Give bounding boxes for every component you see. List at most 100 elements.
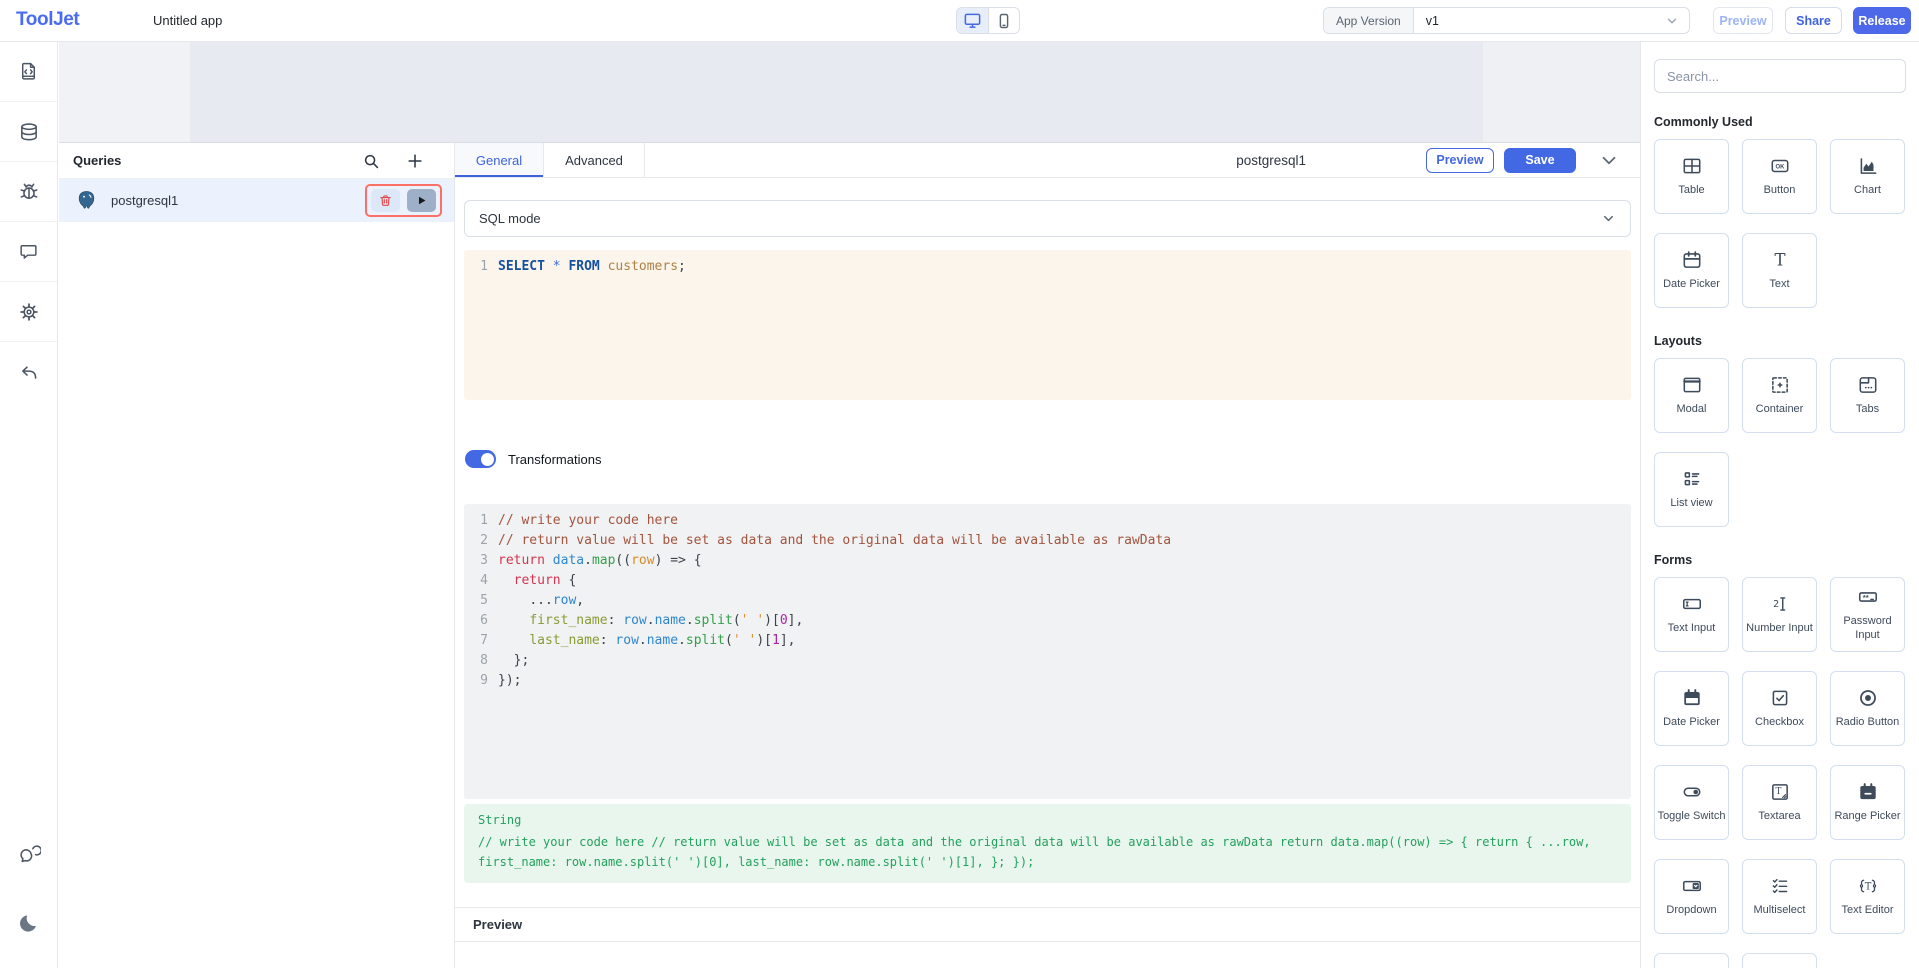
canvas-left-margin bbox=[59, 42, 190, 142]
section-title-layouts: Layouts bbox=[1654, 334, 1906, 348]
button-icon: OK bbox=[1769, 155, 1791, 177]
password-input-icon: ** bbox=[1857, 586, 1879, 608]
app-canvas[interactable] bbox=[59, 42, 1640, 142]
share-button[interactable]: Share bbox=[1785, 7, 1842, 34]
widget-card-radiobutton[interactable]: Radio Button bbox=[1830, 671, 1905, 746]
widget-card-chart[interactable]: Chart bbox=[1830, 139, 1905, 214]
widget-card-star-rating[interactable] bbox=[1654, 953, 1729, 968]
section-title-forms: Forms bbox=[1654, 553, 1906, 567]
widget-search-input[interactable] bbox=[1667, 69, 1893, 84]
sidebar-item-comments[interactable] bbox=[0, 222, 57, 282]
chart-icon bbox=[1857, 155, 1879, 177]
widget-card-multiselect[interactable]: Multiselect bbox=[1742, 859, 1817, 934]
transformations-label: Transformations bbox=[508, 452, 601, 467]
sidebar-item-inspector[interactable] bbox=[0, 42, 57, 102]
comment-icon bbox=[18, 241, 39, 262]
mobile-view-button[interactable] bbox=[988, 8, 1019, 33]
canvas-area bbox=[190, 42, 1483, 142]
radio-button-icon bbox=[1857, 687, 1879, 709]
sidebar-item-settings[interactable] bbox=[0, 282, 57, 342]
widget-card-toggleswitch[interactable]: Toggle Switch bbox=[1654, 765, 1729, 840]
moon-icon bbox=[17, 911, 41, 935]
sidebar-item-database[interactable] bbox=[0, 102, 57, 162]
table-icon bbox=[1681, 155, 1703, 177]
editor-tab-bar: General Advanced postgresql1 Preview Sav… bbox=[455, 143, 1640, 178]
app-version-label: App Version bbox=[1324, 8, 1414, 33]
code-file-icon bbox=[18, 61, 39, 82]
sql-mode-select[interactable]: SQL mode bbox=[464, 200, 1631, 237]
search-icon[interactable] bbox=[362, 152, 380, 170]
editor-query-title: postgresql1 bbox=[1236, 153, 1306, 168]
toggle-switch-icon bbox=[1681, 781, 1703, 803]
result-type-label: String bbox=[478, 813, 1617, 827]
save-query-button[interactable]: Save bbox=[1504, 148, 1576, 173]
modal-icon bbox=[1681, 374, 1703, 396]
widget-card-text[interactable]: T Text bbox=[1742, 233, 1817, 308]
result-value: // write your code here // return value … bbox=[478, 832, 1617, 872]
widget-card-tabs[interactable]: Tabs bbox=[1830, 358, 1905, 433]
tabs-icon bbox=[1857, 374, 1879, 396]
canvas-right-margin bbox=[1483, 42, 1640, 142]
widget-card-datepicker-form[interactable]: Date Picker bbox=[1654, 671, 1729, 746]
gear-icon bbox=[18, 301, 40, 323]
collapse-editor-button[interactable] bbox=[1598, 149, 1620, 171]
widget-card-checkbox[interactable]: Checkbox bbox=[1742, 671, 1817, 746]
widget-card-rangepicker[interactable]: Range Picker bbox=[1830, 765, 1905, 840]
query-list-item-postgresql1[interactable]: postgresql1 bbox=[59, 179, 454, 222]
chat-bubbles-icon bbox=[17, 842, 41, 866]
sql-mode-value: SQL mode bbox=[479, 211, 541, 226]
widget-card-container[interactable]: Container bbox=[1742, 358, 1817, 433]
widget-card-numberinput[interactable]: 2 Number Input bbox=[1742, 577, 1817, 652]
desktop-icon bbox=[963, 11, 982, 30]
transformations-toggle[interactable] bbox=[465, 450, 496, 468]
dark-mode-toggle[interactable] bbox=[17, 911, 41, 940]
annotation-highlight-box bbox=[365, 184, 442, 217]
widget-card-texteditor[interactable]: T Text Editor bbox=[1830, 859, 1905, 934]
run-query-button[interactable] bbox=[407, 189, 436, 212]
queries-title: Queries bbox=[73, 153, 121, 168]
container-icon bbox=[1769, 374, 1791, 396]
chevron-down-icon bbox=[1665, 8, 1689, 33]
svg-text:T: T bbox=[1775, 787, 1781, 797]
database-icon bbox=[18, 121, 40, 143]
layouts-grid: Modal Container Tabs List view bbox=[1654, 358, 1906, 527]
desktop-view-button[interactable] bbox=[957, 8, 988, 33]
widget-card-modal[interactable]: Modal bbox=[1654, 358, 1729, 433]
widget-card-dropdown[interactable]: Dropdown bbox=[1654, 859, 1729, 934]
widget-card-textinput[interactable]: Text Input bbox=[1654, 577, 1729, 652]
sidebar-item-undo[interactable] bbox=[0, 342, 57, 402]
widget-card-button[interactable]: OK Button bbox=[1742, 139, 1817, 214]
multiselect-icon bbox=[1769, 875, 1791, 897]
queries-header: Queries bbox=[59, 143, 454, 179]
app-version-select[interactable]: App Version v1 bbox=[1323, 7, 1690, 34]
transformation-result-box: String // write your code here // return… bbox=[464, 804, 1631, 883]
transformation-code-editor[interactable]: 1// write your code here2// return value… bbox=[464, 504, 1631, 799]
range-picker-icon bbox=[1857, 781, 1879, 803]
preview-section: Preview bbox=[455, 907, 1640, 942]
svg-text:**: ** bbox=[1862, 593, 1868, 602]
app-title[interactable]: Untitled app bbox=[153, 13, 222, 28]
mobile-icon bbox=[995, 12, 1013, 30]
widget-card-datepicker[interactable]: Date Picker bbox=[1654, 233, 1729, 308]
widget-card-passwordinput[interactable]: ** Password Input bbox=[1830, 577, 1905, 652]
preview-query-button[interactable]: Preview bbox=[1426, 148, 1494, 173]
widget-card-textarea[interactable]: T Textarea bbox=[1742, 765, 1817, 840]
tab-advanced[interactable]: Advanced bbox=[544, 143, 645, 177]
sidebar-item-debugger[interactable] bbox=[0, 162, 57, 222]
preview-app-button[interactable]: Preview bbox=[1713, 7, 1773, 34]
sidebar-item-chat[interactable] bbox=[17, 842, 41, 871]
app-version-value: v1 bbox=[1414, 8, 1665, 33]
sql-editor[interactable]: 1SELECT * FROM customers; bbox=[464, 250, 1631, 400]
release-button[interactable]: Release bbox=[1853, 7, 1911, 34]
widget-card-table[interactable]: Table bbox=[1654, 139, 1729, 214]
widget-card-file-picker[interactable] bbox=[1742, 953, 1817, 968]
chevron-down-icon bbox=[1598, 149, 1620, 171]
add-query-icon[interactable] bbox=[406, 152, 424, 170]
calendar-icon bbox=[1681, 249, 1703, 271]
top-header: ToolJet Untitled app App Version v1 Prev… bbox=[0, 0, 1919, 42]
query-name: postgresql1 bbox=[111, 193, 178, 208]
delete-query-button[interactable] bbox=[371, 189, 400, 212]
widget-card-listview[interactable]: List view bbox=[1654, 452, 1729, 527]
tab-general[interactable]: General bbox=[455, 143, 544, 177]
device-toggle bbox=[956, 7, 1020, 34]
